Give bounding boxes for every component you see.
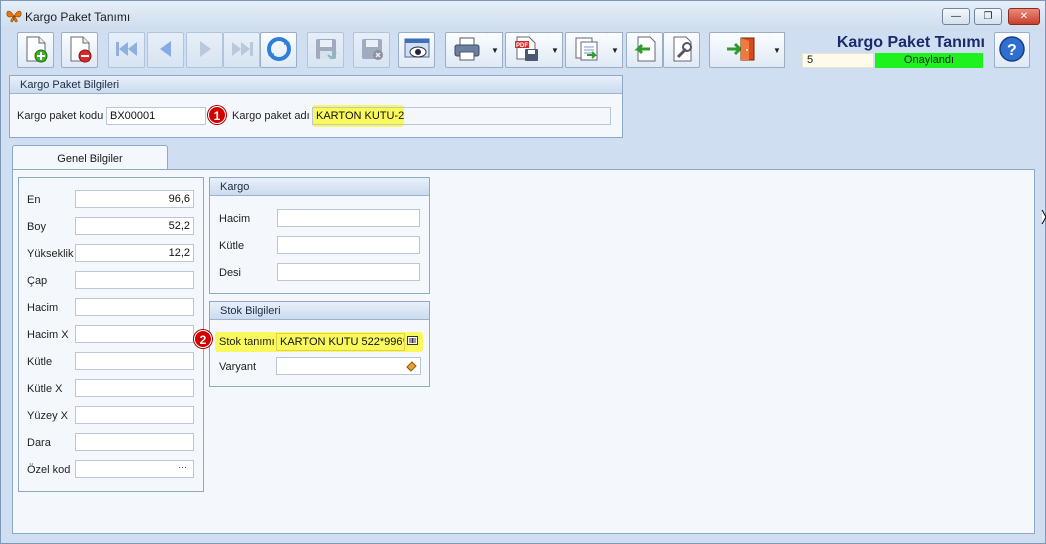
pdf-export-button[interactable]: PDF <box>505 32 549 68</box>
stock-field[interactable]: KARTON KUTU 522*996*: <box>276 333 405 351</box>
variant-field[interactable] <box>276 357 421 375</box>
package-code-field[interactable]: BX00001 <box>106 107 206 125</box>
stock-label: Stok tanımı <box>219 336 275 348</box>
pdf-dropdown-arrow[interactable]: ▼ <box>548 32 563 68</box>
minimize-button[interactable]: — <box>942 8 970 25</box>
dim-label-hacim-x: Hacim X <box>27 329 69 341</box>
package-name-label: Kargo paket adı <box>232 110 310 122</box>
save-button[interactable] <box>307 32 344 68</box>
preview-icon <box>403 36 431 65</box>
delete-document-icon <box>67 35 93 66</box>
settings-button[interactable] <box>663 32 700 68</box>
application-window: Kargo Paket Tanımı — ❐ ✕ ▼ PDF ▼ ▼ ▼ Kar… <box>0 0 1046 544</box>
dim-field-hacim-x[interactable] <box>75 325 194 343</box>
window-title: Kargo Paket Tanımı <box>25 10 131 24</box>
kargo-label-desi: Desi <box>219 267 242 279</box>
new-document-icon <box>23 35 49 66</box>
kargo-field-kutle[interactable] <box>277 236 420 254</box>
status-number: 5 <box>802 53 874 68</box>
dim-label-yuzey-x: Yüzey X <box>27 410 68 422</box>
butterfly-logo-icon <box>6 8 22 24</box>
dim-field-ozel-kod[interactable] <box>75 460 194 478</box>
print-icon <box>452 36 482 65</box>
refresh-button[interactable] <box>260 32 297 68</box>
next-record-button[interactable] <box>186 32 223 68</box>
previous-record-icon <box>155 39 177 62</box>
kargo-label-kutle: Kütle <box>219 240 245 252</box>
last-record-icon <box>229 39 255 62</box>
new-button[interactable] <box>17 32 54 68</box>
dim-field-en[interactable]: 96,6 <box>75 190 194 208</box>
dim-label-hacim: Hacim <box>27 302 59 314</box>
dim-label-cap: Çap <box>27 275 48 287</box>
last-record-button[interactable] <box>223 32 260 68</box>
barcode-icon <box>406 336 418 348</box>
save-close-icon <box>359 36 385 65</box>
next-record-icon <box>194 39 216 62</box>
dim-label-kutle-x: Kütle X <box>27 383 63 395</box>
dim-label-boy: Boy <box>27 221 46 233</box>
package-name-field[interactable]: KARTON KUTU-2 <box>312 107 611 125</box>
print-button[interactable] <box>445 32 489 68</box>
dim-field-boy[interactable]: 52,2 <box>75 217 194 235</box>
refresh-icon <box>265 35 293 66</box>
dim-label-ozel-kod: Özel kod <box>27 464 71 476</box>
help-button[interactable]: ? <box>994 32 1030 68</box>
export-button[interactable] <box>565 32 609 68</box>
kargo-header: Kargo <box>210 178 429 196</box>
exit-icon <box>723 35 757 66</box>
dim-label-en: En <box>27 194 41 206</box>
dim-field-hacim[interactable] <box>75 298 194 316</box>
dim-field-kutle[interactable] <box>75 352 194 370</box>
package-code-label: Kargo paket kodu <box>17 110 104 122</box>
dim-field-dara[interactable] <box>75 433 194 451</box>
page-title: Kargo Paket Tanımı <box>836 34 985 51</box>
dim-field-kutle-x[interactable] <box>75 379 194 397</box>
stock-header: Stok Bilgileri <box>210 302 429 320</box>
restore-button[interactable]: ❐ <box>974 8 1002 25</box>
dim-label-kutle: Kütle <box>27 356 53 368</box>
first-record-button[interactable] <box>108 32 145 68</box>
dim-field-yuzey-x[interactable] <box>75 406 194 424</box>
package-info-header: Kargo Paket Bilgileri <box>10 76 622 94</box>
exit-dropdown-arrow[interactable]: ▼ <box>770 32 785 68</box>
ozel-kod-ellipsis-button[interactable]: ··· <box>178 462 187 472</box>
kargo-field-desi[interactable] <box>277 263 420 281</box>
svg-text:PDF: PDF <box>516 43 528 49</box>
marker-1-badge: 1 <box>208 106 226 124</box>
import-button[interactable] <box>626 32 663 68</box>
dim-label-yukseklik: Yükseklik <box>27 248 74 260</box>
save-icon <box>313 36 339 65</box>
help-icon: ? <box>998 35 1026 66</box>
preview-button[interactable] <box>398 32 435 68</box>
first-record-icon <box>114 39 140 62</box>
status-badge: Onaylandı <box>875 53 983 68</box>
delete-button[interactable] <box>61 32 98 68</box>
dim-label-dara: Dara <box>27 437 51 449</box>
close-button[interactable]: ✕ <box>1008 8 1040 25</box>
dim-field-cap[interactable] <box>75 271 194 289</box>
save-close-button[interactable] <box>353 32 390 68</box>
dim-field-yukseklik[interactable]: 12,2 <box>75 244 194 262</box>
export-icon <box>573 35 601 66</box>
tab-genel-bilgiler[interactable]: Genel Bilgiler <box>12 145 168 171</box>
export-dropdown-arrow[interactable]: ▼ <box>608 32 623 68</box>
kargo-field-hacim[interactable] <box>277 209 420 227</box>
mouse-cursor-icon <box>1041 209 1046 232</box>
import-icon <box>632 35 658 66</box>
kargo-label-hacim: Hacim <box>219 213 251 225</box>
title-bar: Kargo Paket Tanımı — ❐ ✕ <box>1 1 1045 31</box>
variant-label: Varyant <box>219 361 257 373</box>
eraser-icon[interactable] <box>405 360 418 375</box>
marker-2-badge: 2 <box>194 330 212 348</box>
pdf-export-icon: PDF <box>513 35 541 66</box>
exit-button[interactable] <box>709 32 771 68</box>
previous-record-button[interactable] <box>147 32 184 68</box>
settings-icon <box>669 35 695 66</box>
print-dropdown-arrow[interactable]: ▼ <box>488 32 503 68</box>
stock-lookup-button[interactable] <box>405 334 419 350</box>
svg-text:?: ? <box>1007 42 1017 59</box>
